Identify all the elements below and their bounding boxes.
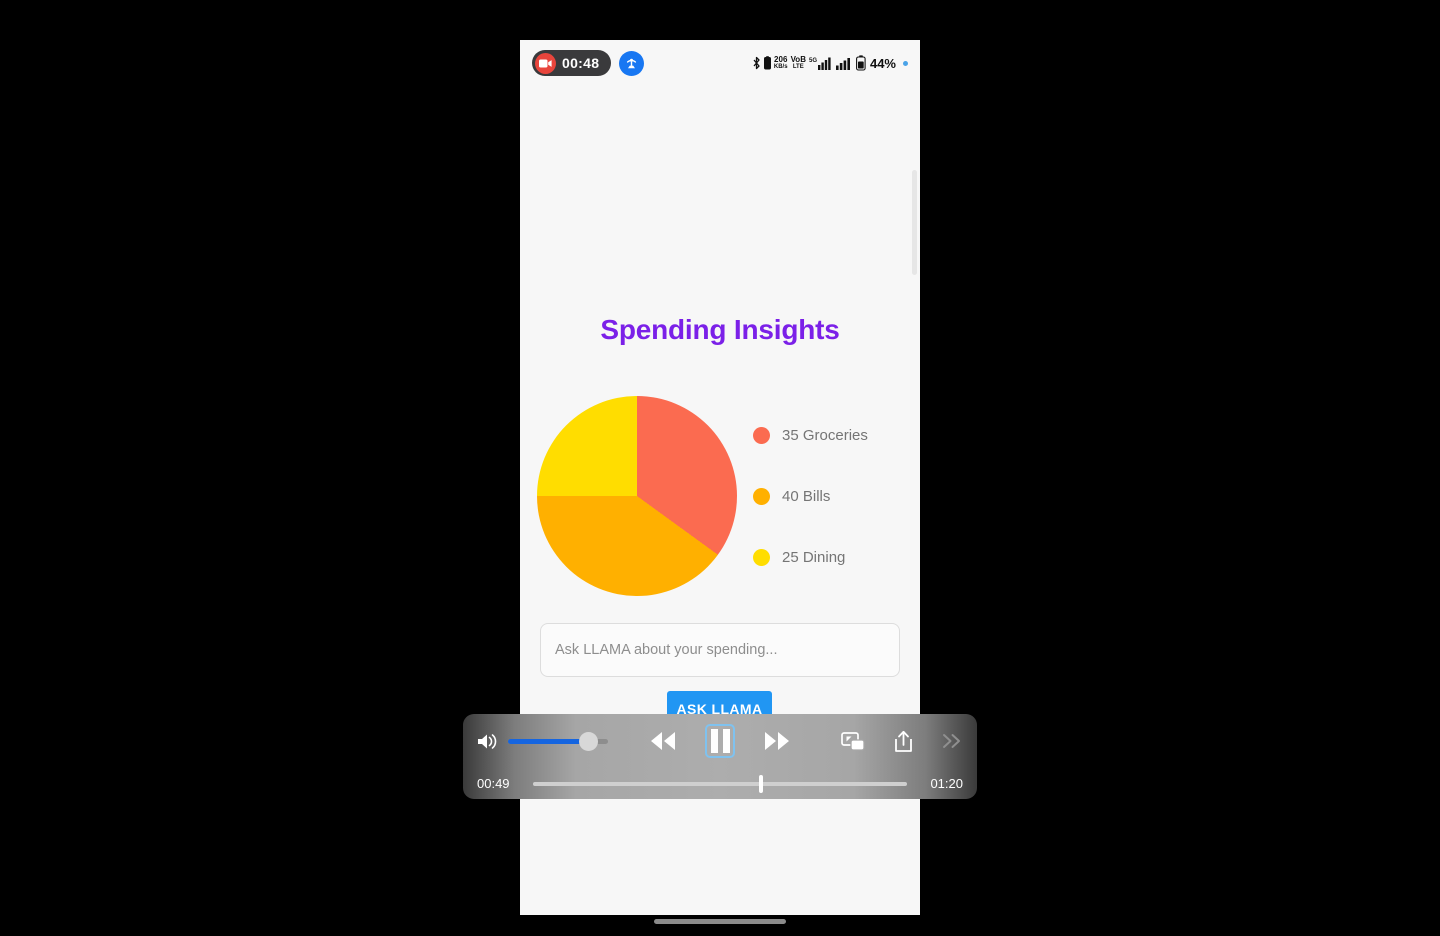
signal-bars-sim1-icon: 5G <box>809 56 833 71</box>
legend-swatch-groceries <box>753 426 770 444</box>
rewind-icon[interactable] <box>645 730 681 752</box>
recording-time: 00:48 <box>562 55 600 71</box>
screen-root: 00:48 206 KB/s VoB LTE 5G 44% Spending I… <box>0 0 1440 936</box>
status-bar-right: 206 KB/s VoB LTE 5G 44% <box>752 55 908 71</box>
legend-label-dining: 25 Dining <box>782 548 846 566</box>
media-top-row <box>463 714 977 768</box>
volte-icon: VoB LTE <box>790 55 806 71</box>
legend-swatch-bills <box>753 487 770 505</box>
list-item[interactable]: 40 Bills <box>753 487 903 505</box>
media-control-bar: 00:49 01:20 <box>463 714 977 799</box>
total-time-label: 01:20 <box>930 776 963 791</box>
data-speed-unit: KB/s <box>773 64 788 70</box>
notification-dot-icon <box>903 60 908 66</box>
screen-cast-icon[interactable] <box>619 50 645 76</box>
legend-swatch-dining <box>753 548 770 566</box>
status-bar-left: 00:48 <box>532 50 645 76</box>
volte-top-label: VoB <box>790 55 806 64</box>
pause-icon[interactable] <box>705 724 735 758</box>
camcorder-icon <box>535 52 556 74</box>
page-title: Spending Insights <box>600 314 840 345</box>
list-item[interactable]: 25 Dining <box>753 548 903 566</box>
share-icon[interactable] <box>893 730 914 753</box>
ask-llama-input[interactable] <box>540 623 900 677</box>
home-indicator[interactable] <box>654 919 786 924</box>
svg-text:5G: 5G <box>809 58 817 64</box>
fast-forward-icon[interactable] <box>759 730 795 752</box>
status-bar: 00:48 206 KB/s VoB LTE 5G 44% <box>520 40 920 86</box>
current-time-label: 00:49 <box>477 776 510 791</box>
pause-bar-left <box>710 729 718 753</box>
playback-scrubber[interactable] <box>533 774 907 793</box>
battery-small-icon <box>763 56 771 70</box>
chevron-double-right-icon[interactable] <box>941 731 963 751</box>
bluetooth-icon <box>752 56 761 71</box>
list-item[interactable]: 35 Groceries <box>753 426 903 444</box>
media-right-icons <box>841 714 963 768</box>
signal-bars-sim2-icon <box>835 56 853 71</box>
page-scrollbar[interactable] <box>912 170 917 275</box>
battery-percent-label: 44% <box>869 55 896 71</box>
spending-pie-chart: 35 Groceries 40 Bills 25 Dining <box>520 386 920 606</box>
data-speed-indicator: 206 KB/s <box>773 55 788 71</box>
pause-bar-right <box>722 729 730 753</box>
volte-bottom-label: LTE <box>792 64 804 70</box>
picture-in-picture-icon[interactable] <box>841 731 866 752</box>
pie-chart-legend: 35 Groceries 40 Bills 25 Dining <box>753 426 903 566</box>
screen-recording-pill[interactable]: 00:48 <box>532 50 612 76</box>
legend-label-bills: 40 Bills <box>782 487 831 505</box>
media-bottom-row: 00:49 01:20 <box>463 768 977 799</box>
legend-label-groceries: 35 Groceries <box>782 426 868 444</box>
scrubber-playhead[interactable] <box>759 774 764 793</box>
data-speed-value: 206 <box>774 55 788 64</box>
pie-chart-graphic[interactable] <box>537 396 737 596</box>
battery-icon <box>856 55 866 71</box>
